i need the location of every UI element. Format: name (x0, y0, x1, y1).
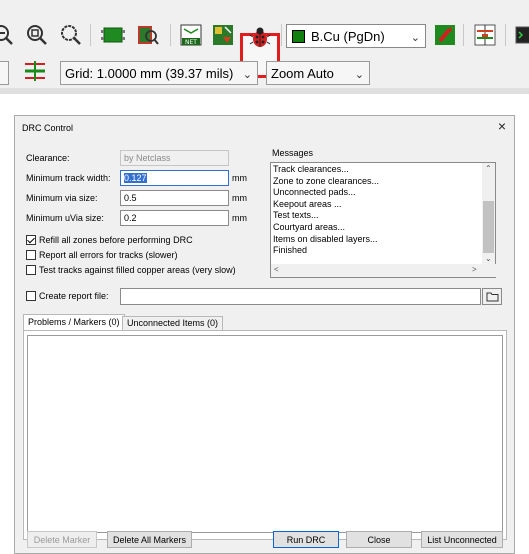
report-all-errors-option[interactable]: Report all errors for tracks (slower) (26, 250, 178, 260)
report-file-field[interactable] (120, 288, 481, 305)
min-track-unit: mm (232, 173, 247, 183)
markers-list[interactable] (27, 335, 503, 533)
layer-select[interactable]: B.Cu (PgDn) ⌄ (286, 24, 426, 48)
footprint-editor-icon[interactable] (100, 22, 126, 48)
delete-marker-button[interactable]: Delete Marker (27, 531, 97, 548)
chevron-down-icon: ⌄ (242, 69, 252, 81)
tab-panel (23, 330, 507, 540)
test-tracks-label: Test tracks against filled copper areas … (39, 265, 236, 275)
drc-ladybug-icon[interactable] (247, 24, 273, 50)
create-report-checkbox[interactable] (26, 291, 36, 301)
toolbar-separator (281, 24, 282, 46)
scrollbar-thumb[interactable] (483, 201, 494, 253)
track-select[interactable] (0, 61, 9, 85)
message-line: Unconnected pads... (273, 187, 356, 198)
tab-problems-markers[interactable]: Problems / Markers (0) (23, 314, 125, 331)
toolbar-area: NET B.Cu (PgDn) ⌄ Grid: 1.0000 mm (39.37… (0, 0, 529, 92)
report-all-errors-label: Report all errors for tracks (slower) (39, 250, 178, 260)
layer-pair-icon[interactable] (432, 22, 458, 48)
refill-zones-label: Refill all zones before performing DRC (39, 235, 193, 245)
footprint-browser-icon[interactable] (134, 22, 160, 48)
min-track-value: 0.127 (124, 173, 147, 183)
zoom-fit-icon[interactable] (24, 22, 50, 48)
tab-unconnected-items[interactable]: Unconnected Items (0) (122, 316, 224, 330)
report-all-errors-checkbox[interactable] (26, 250, 36, 260)
min-via-unit: mm (232, 193, 247, 203)
clearance-label: Clearance: (26, 153, 70, 163)
min-via-label: Minimum via size: (26, 193, 98, 203)
messages-horizontal-scrollbar[interactable]: < > (271, 264, 497, 277)
toolbar-separator (90, 24, 91, 46)
scroll-up-icon[interactable]: ⌃ (485, 164, 492, 173)
track-width-icon[interactable] (22, 58, 48, 84)
messages-box[interactable]: Track clearances... Zone to zone clearan… (270, 162, 497, 278)
browse-folder-button[interactable] (482, 288, 502, 305)
list-unconnected-button[interactable]: List Unconnected (421, 531, 503, 548)
refill-zones-checkbox[interactable] (26, 235, 36, 245)
create-report-label: Create report file: (39, 291, 109, 301)
chevron-down-icon: ⌄ (410, 32, 420, 44)
toolbar-separator (505, 24, 506, 46)
message-line: Zone to zone clearances... (273, 175, 380, 186)
top-toolbar: NET B.Cu (PgDn) ⌄ (0, 20, 529, 78)
delete-all-markers-button[interactable]: Delete All Markers (107, 531, 192, 548)
min-track-label: Minimum track width: (26, 173, 111, 183)
grid-select-value: Grid: 1.0000 mm (39.37 mils) (65, 65, 234, 81)
close-icon[interactable]: × (498, 118, 506, 134)
min-uvia-field[interactable]: 0.2 (120, 210, 229, 226)
layer-select-value: B.Cu (PgDn) (311, 28, 385, 44)
refill-zones-option[interactable]: Refill all zones before performing DRC (26, 235, 193, 245)
layer-color-swatch (292, 29, 305, 43)
min-uvia-unit: mm (232, 213, 247, 223)
update-pcb-icon[interactable] (210, 22, 236, 48)
scroll-left-icon[interactable]: < (274, 265, 279, 274)
messages-vertical-scrollbar[interactable]: ⌃ ⌄ (482, 163, 495, 266)
min-uvia-label: Minimum uVia size: (26, 213, 104, 223)
zoom-select-value: Zoom Auto (271, 65, 334, 81)
grid-select[interactable]: Grid: 1.0000 mm (39.37 mils) ⌄ (60, 61, 258, 85)
min-track-field[interactable]: 0.127 (120, 170, 229, 186)
toolbar-separator (463, 24, 464, 46)
test-tracks-option[interactable]: Test tracks against filled copper areas … (26, 265, 236, 275)
folder-icon (486, 292, 498, 302)
toolbar-separator (170, 24, 171, 46)
close-button[interactable]: Close (346, 531, 412, 548)
messages-label: Messages (272, 148, 314, 158)
message-line: Courtyard areas... (273, 221, 346, 232)
zoom-selection-icon[interactable] (58, 22, 84, 48)
pcb-canvas-edge (0, 88, 529, 94)
netlist-icon[interactable]: NET (178, 22, 204, 48)
message-line: Items on disabled layers... (273, 233, 378, 244)
scripting-icon[interactable] (512, 22, 529, 48)
message-line: Track clearances... (273, 164, 349, 174)
dialog-title: DRC Control (22, 123, 74, 133)
microwave-icon[interactable] (472, 22, 498, 48)
message-line: Keepout areas ... (273, 198, 342, 209)
scroll-right-icon[interactable]: > (472, 265, 477, 274)
create-report-option[interactable]: Create report file: (26, 291, 109, 301)
message-line: Test texts... (273, 210, 319, 221)
run-drc-button[interactable]: Run DRC (273, 531, 339, 548)
drc-dialog: DRC Control × Clearance: by Netclass Min… (14, 115, 515, 554)
messages-list: Track clearances... Zone to zone clearan… (273, 164, 379, 257)
test-tracks-checkbox[interactable] (26, 265, 36, 275)
min-via-field[interactable]: 0.5 (120, 190, 229, 206)
clearance-field: by Netclass (120, 150, 229, 166)
zoom-select[interactable]: Zoom Auto ⌄ (266, 61, 370, 85)
svg-text:NET: NET (185, 39, 197, 46)
zoom-out-icon[interactable] (0, 22, 16, 48)
chevron-down-icon: ⌄ (354, 69, 364, 81)
message-line: Finished (273, 245, 308, 256)
scroll-down-icon[interactable]: ⌄ (485, 254, 492, 263)
